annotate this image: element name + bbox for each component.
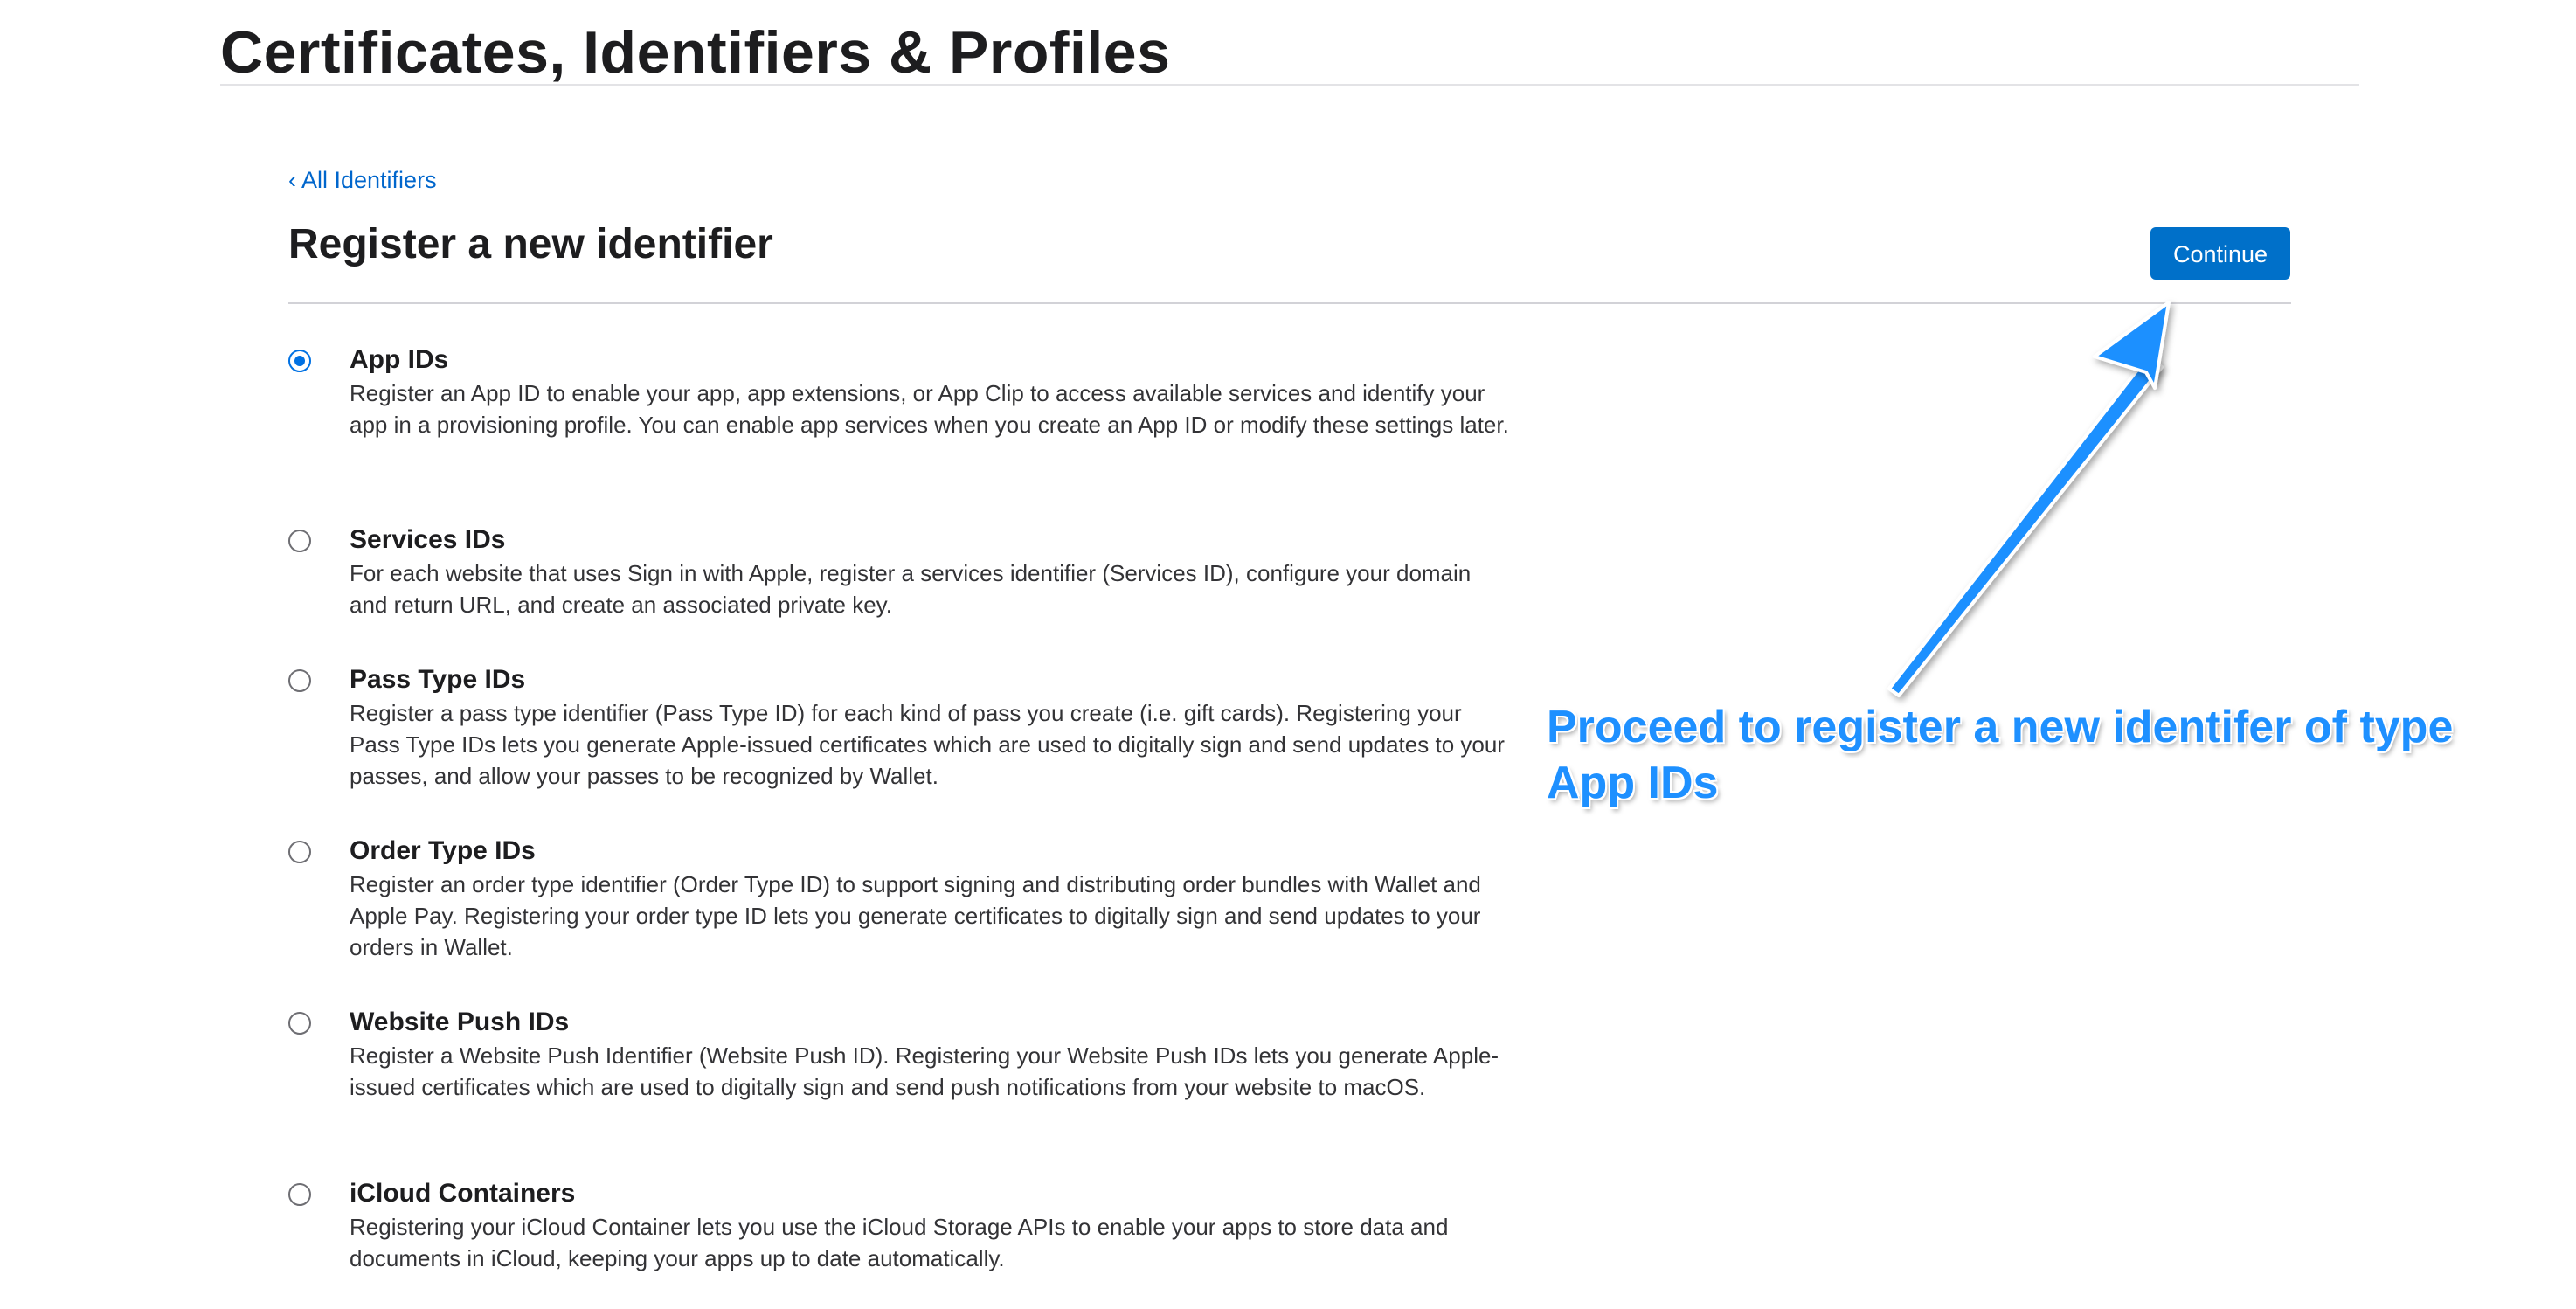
page: Certificates, Identifiers & Profiles ‹ Al… — [0, 0, 2576, 1309]
annotation-arrow-icon — [1887, 301, 2171, 697]
annotation-callout: Proceed to register a new identifer of t… — [1547, 702, 2454, 808]
